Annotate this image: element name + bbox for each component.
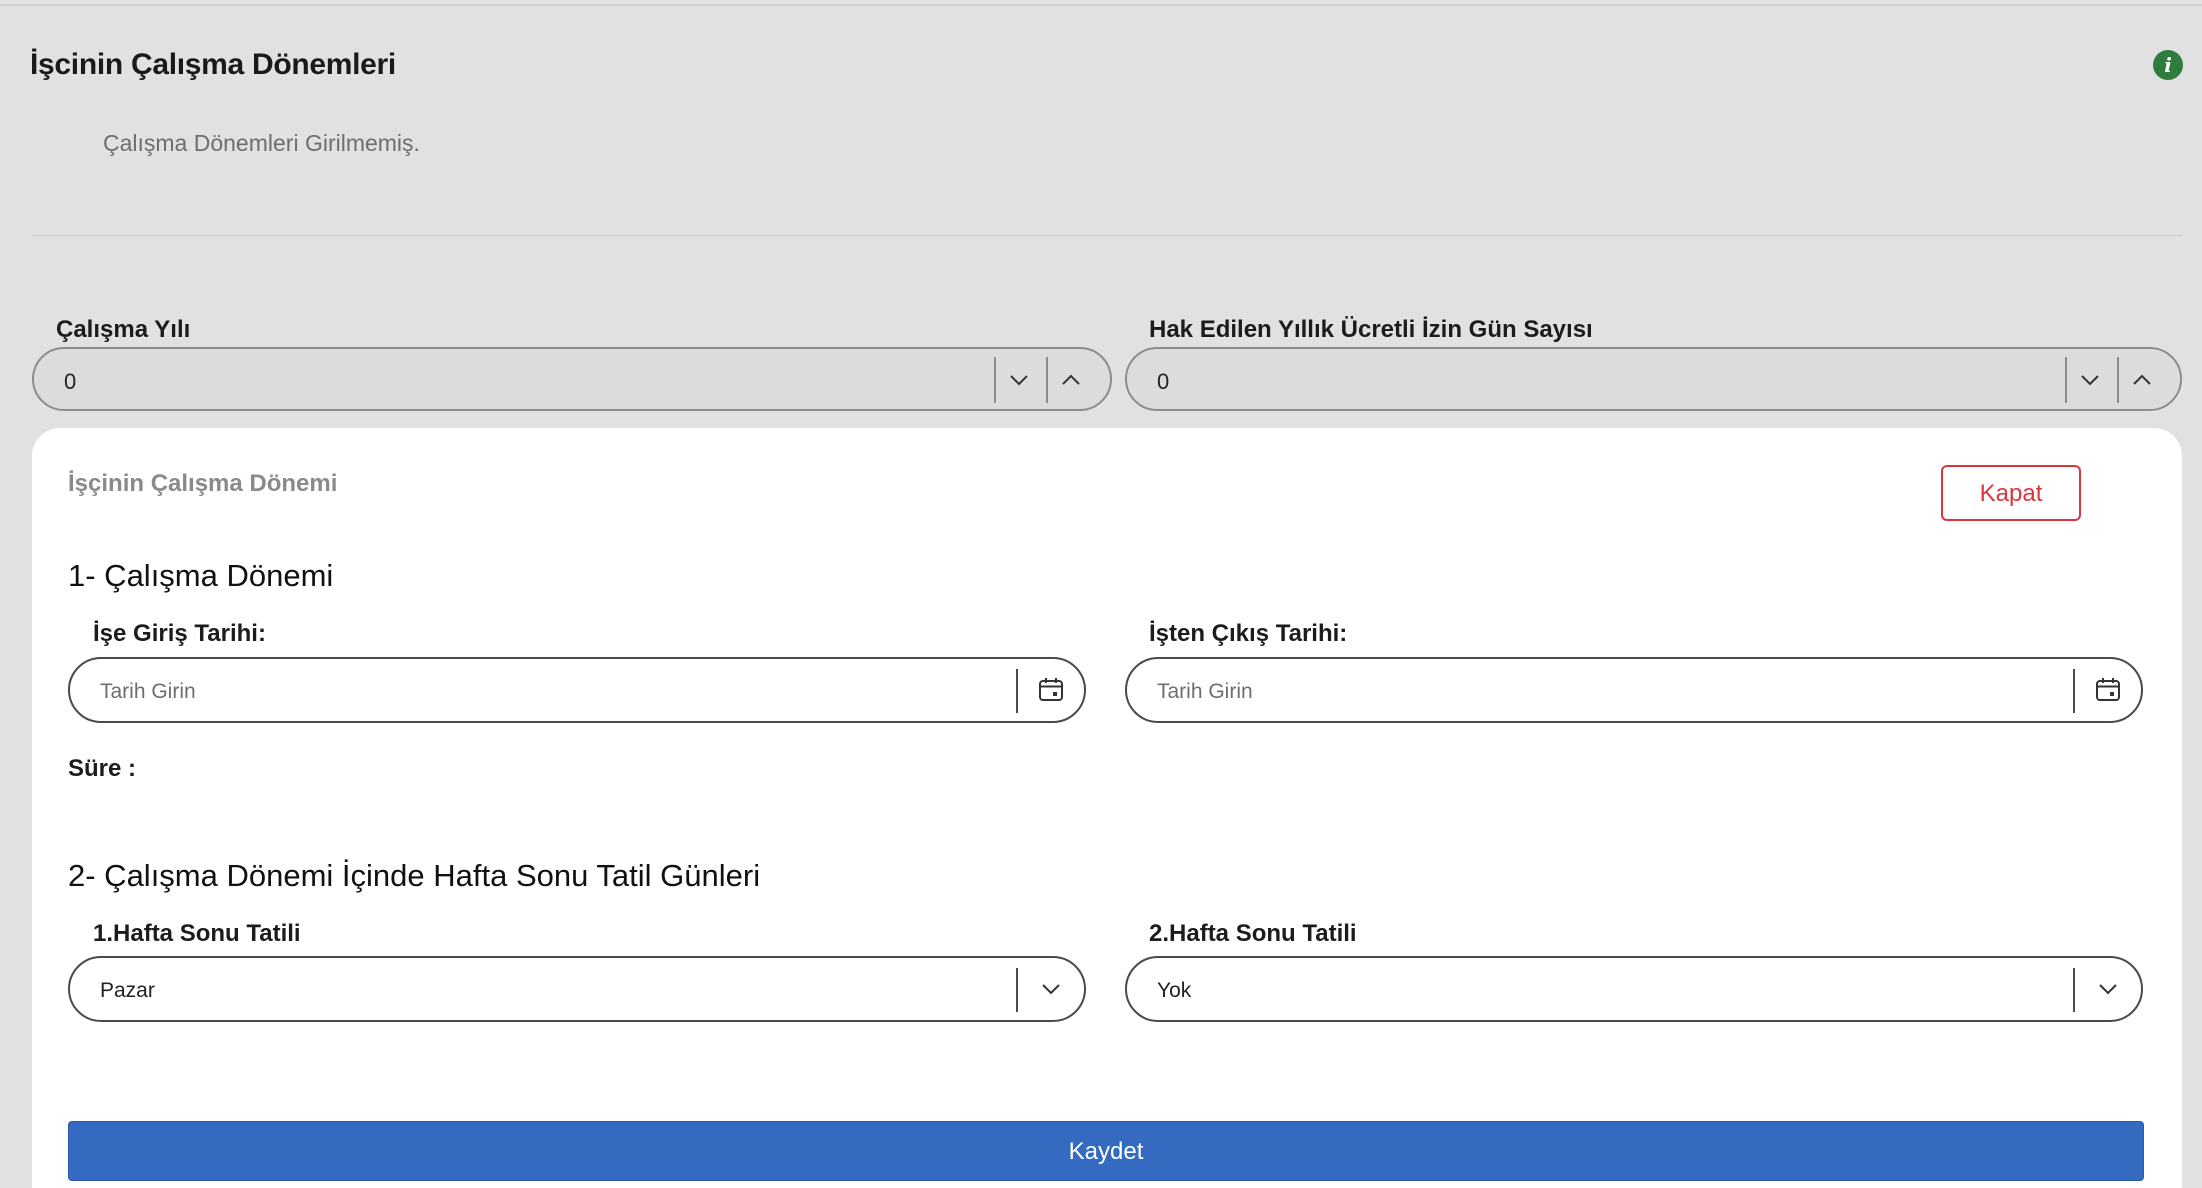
weekend1-value: Pazar	[100, 979, 155, 1002]
divider	[32, 235, 2182, 236]
calendar-icon[interactable]	[2075, 659, 2141, 721]
calendar-icon[interactable]	[1018, 659, 1084, 721]
annual-leave-value[interactable]: 0	[1157, 369, 1169, 395]
annual-leave-stepper[interactable]: 0	[1125, 347, 2182, 411]
end-date-input[interactable]: Tarih Girin	[1125, 657, 2143, 723]
chevron-up-icon	[1062, 374, 1080, 385]
weekend2-value: Yok	[1157, 979, 1192, 1002]
section-heading-weekend-holidays: 2- Çalışma Dönemi İçinde Hafta Sonu Tati…	[68, 858, 761, 893]
weekend1-select[interactable]: Pazar	[68, 956, 1086, 1022]
work-year-value[interactable]: 0	[64, 369, 76, 395]
weekend2-label: 2.Hafta Sonu Tatili	[1149, 920, 1357, 947]
close-button[interactable]: Kapat	[1941, 465, 2081, 521]
section-heading-work-period: 1- Çalışma Dönemi	[68, 558, 334, 593]
start-date-placeholder: Tarih Girin	[100, 680, 196, 703]
decrement-button[interactable]	[2065, 357, 2113, 403]
work-year-label: Çalışma Yılı	[56, 316, 191, 343]
increment-button[interactable]	[2117, 357, 2165, 403]
chevron-down-icon[interactable]	[1018, 958, 1084, 1020]
modal-title: İşçinin Çalışma Dönemi	[68, 470, 338, 497]
start-date-input[interactable]: Tarih Girin	[68, 657, 1086, 723]
work-period-modal: İşçinin Çalışma Dönemi Kapat 1- Çalışma …	[32, 428, 2182, 1188]
chevron-down-icon	[2081, 375, 2099, 386]
weekend2-select[interactable]: Yok	[1125, 956, 2143, 1022]
end-date-label: İşten Çıkış Tarihi:	[1149, 620, 1348, 647]
decrement-button[interactable]	[994, 357, 1042, 403]
annual-leave-label: Hak Edilen Yıllık Ücretli İzin Gün Sayıs…	[1149, 316, 1593, 343]
save-button[interactable]: Kaydet	[68, 1121, 2144, 1181]
empty-message: Çalışma Dönemleri Girilmemiş.	[103, 130, 420, 156]
info-icon[interactable]: i	[2153, 50, 2183, 80]
duration-label: Süre :	[68, 755, 137, 782]
page-title: İşcinin Çalışma Dönemleri	[30, 48, 396, 81]
start-date-label: İşe Giriş Tarihi:	[93, 620, 266, 647]
chevron-down-icon[interactable]	[2075, 958, 2141, 1020]
work-year-stepper[interactable]: 0	[32, 347, 1112, 411]
increment-button[interactable]	[1046, 357, 1094, 403]
weekend1-label: 1.Hafta Sonu Tatili	[93, 920, 301, 947]
chevron-down-icon	[1010, 375, 1028, 386]
end-date-placeholder: Tarih Girin	[1157, 680, 1253, 703]
chevron-up-icon	[2133, 374, 2151, 385]
